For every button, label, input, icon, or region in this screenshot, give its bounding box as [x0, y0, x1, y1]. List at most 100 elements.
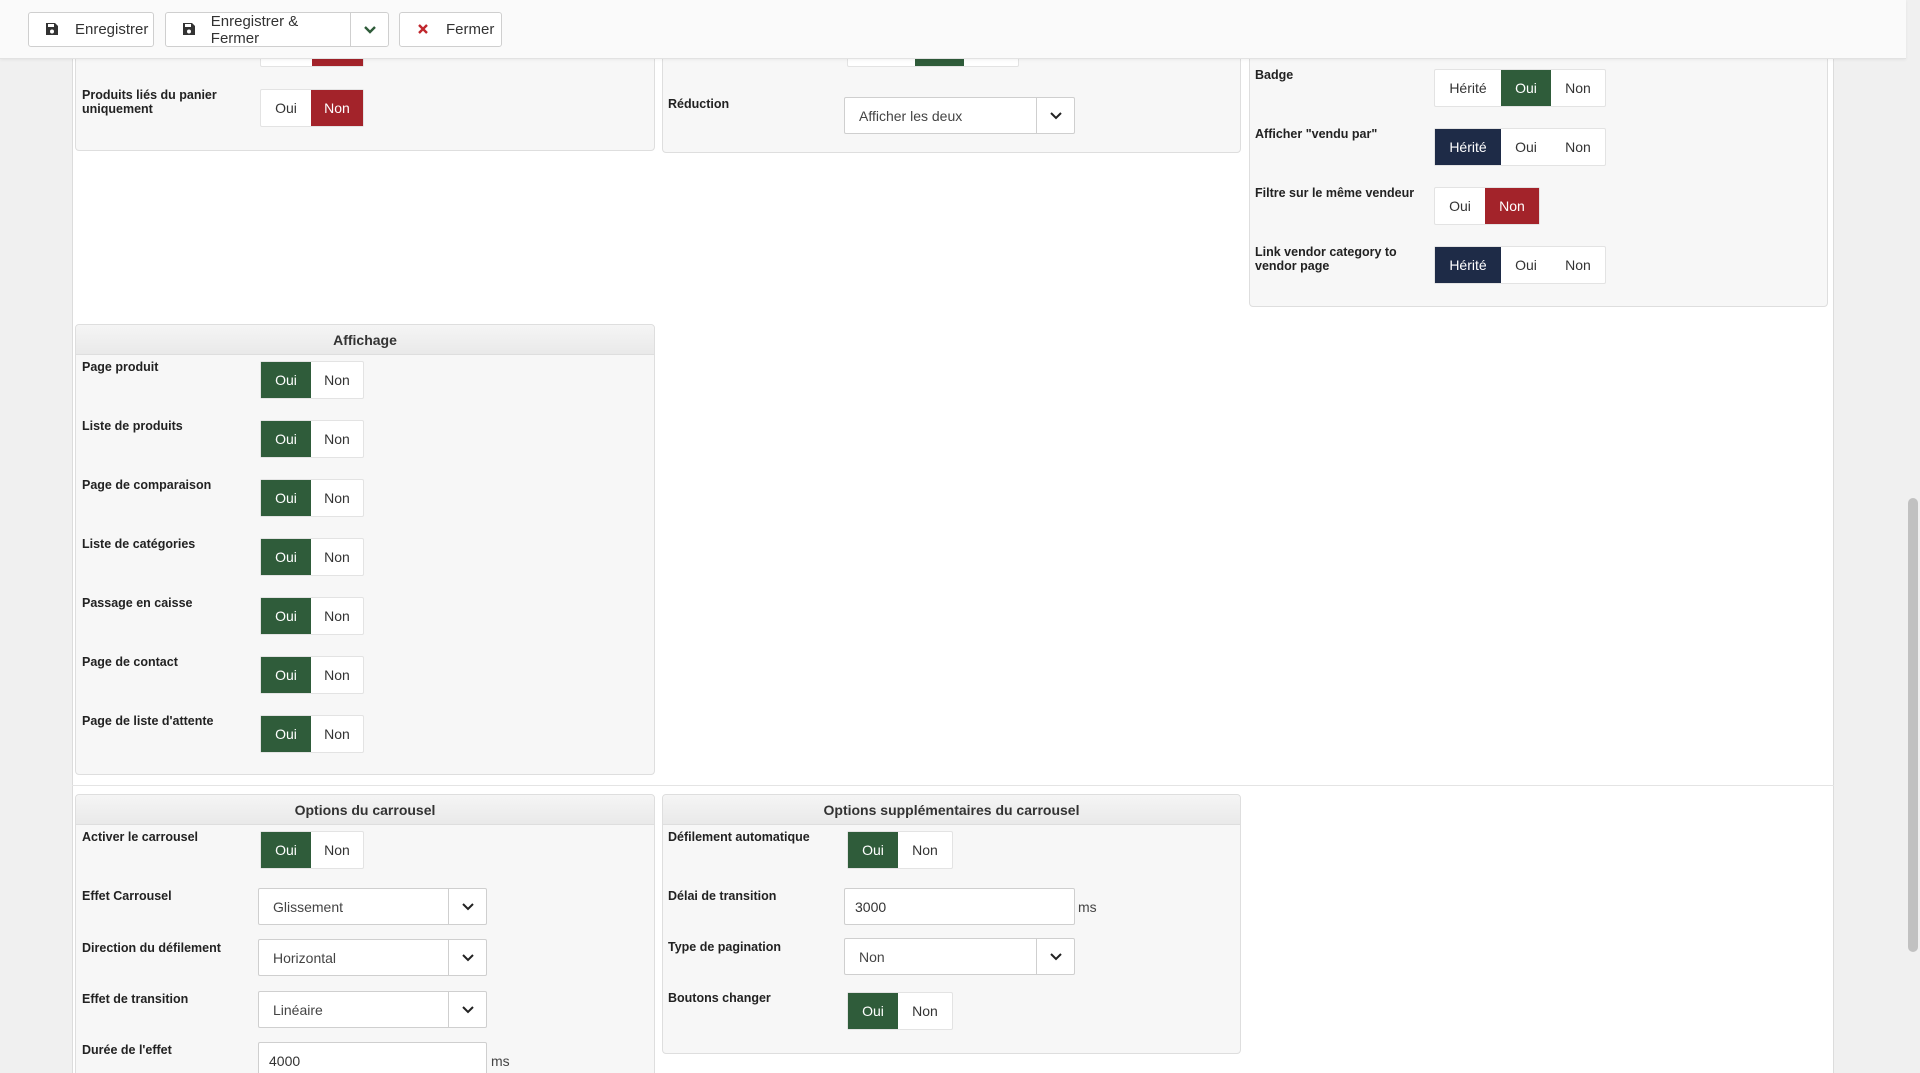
toggle-oui[interactable]: Oui	[261, 657, 311, 693]
reduction-value: Afficher les deux	[859, 107, 963, 124]
row-label: Page produit	[82, 360, 159, 374]
autoscroll-label: Défilement automatique	[668, 830, 810, 844]
chevron-down-icon[interactable]	[351, 13, 388, 46]
toggle-oui[interactable]: Oui	[1435, 188, 1485, 224]
buttons-label: Boutons changer	[668, 991, 771, 1005]
toggle-non[interactable]: Non	[311, 421, 363, 457]
toggle-non[interactable]: Non	[1551, 70, 1605, 106]
panel-title: Affichage	[76, 325, 654, 355]
toggle-non[interactable]: Non	[1485, 188, 1539, 224]
effect-value: Glissement	[273, 898, 344, 915]
page-comparaison-toggle[interactable]: Oui Non	[260, 479, 364, 517]
row-label: Page de contact	[82, 655, 178, 669]
toggle-non[interactable]: Non	[311, 362, 363, 398]
toggle-oui[interactable]: Oui	[261, 716, 311, 752]
row-label: Liste de produits	[82, 419, 183, 433]
toggle-oui[interactable]: Oui	[848, 993, 898, 1029]
toggle-non[interactable]: Non	[311, 539, 363, 575]
panel-carousel-extra: Options supplémentaires du carrousel Déf…	[662, 794, 1241, 1054]
toggle-oui[interactable]: Oui	[1501, 70, 1551, 106]
toggle-herite[interactable]: Hérité	[1435, 129, 1501, 165]
chevron-down-icon	[448, 889, 486, 924]
products-cart-label: Produits liés du panier uniquement	[82, 88, 217, 116]
toggle-oui[interactable]: Oui	[261, 832, 311, 868]
same-vendor-label: Filtre sur le même vendeur	[1255, 186, 1415, 200]
page-attente-toggle[interactable]: Oui Non	[260, 715, 364, 753]
toggle-oui[interactable]: Oui	[261, 539, 311, 575]
duration-input[interactable]: 4000	[258, 1042, 487, 1073]
toggle-oui[interactable]: Oui	[848, 832, 898, 868]
scrollbar-thumb[interactable]	[1908, 498, 1918, 952]
toggle-oui[interactable]: Oui	[261, 90, 311, 126]
panel-carousel: Options du carrousel Activer le carrouse…	[75, 794, 655, 1073]
row-label: Liste de catégories	[82, 537, 196, 551]
activate-carousel-label: Activer le carrousel	[82, 830, 199, 844]
delay-input[interactable]: 3000	[844, 888, 1075, 925]
close-label: Fermer	[446, 21, 495, 38]
toggle-non[interactable]: Non	[898, 993, 952, 1029]
sold-by-label: Afficher "vendu par"	[1255, 127, 1378, 141]
toggle-non[interactable]: Non	[311, 598, 363, 634]
toggle-non[interactable]: Non	[311, 832, 363, 868]
toggle-herite[interactable]: Hérité	[1435, 247, 1501, 283]
effect-label: Effet Carrousel	[82, 889, 172, 903]
buttons-toggle[interactable]: Oui Non	[847, 992, 953, 1030]
toggle-non[interactable]: Non	[311, 716, 363, 752]
direction-value: Horizontal	[273, 949, 337, 966]
toolbar: Enregistrer Enregistrer & Fermer Fermer	[0, 0, 1906, 59]
toggle-non[interactable]: Non	[311, 657, 363, 693]
toggle-oui[interactable]: Oui	[261, 362, 311, 398]
activate-carousel-toggle[interactable]: Oui Non	[260, 831, 364, 869]
row-label: Passage en caisse	[82, 596, 193, 610]
close-button[interactable]: Fermer	[399, 12, 502, 47]
toggle-oui[interactable]: Oui	[1501, 247, 1551, 283]
page-produit-toggle[interactable]: Oui Non	[260, 361, 364, 399]
effect-select[interactable]: Glissement	[258, 888, 487, 925]
vertical-scrollbar[interactable]	[1906, 0, 1920, 1073]
toggle-oui[interactable]: Oui	[261, 421, 311, 457]
chevron-down-icon	[448, 940, 486, 975]
badge-label: Badge	[1255, 68, 1294, 82]
pagination-select[interactable]: Non	[844, 938, 1075, 975]
toggle-oui[interactable]: Oui	[261, 480, 311, 516]
transition-effect-label: Effet de transition	[82, 992, 189, 1006]
delay-label: Délai de transition	[668, 889, 777, 903]
chevron-down-icon	[448, 992, 486, 1027]
toggle-non[interactable]: Non	[898, 832, 952, 868]
chevron-down-icon	[1036, 939, 1074, 974]
toggle-oui[interactable]: Oui	[1501, 129, 1551, 165]
reduction-label: Réduction	[668, 97, 730, 111]
direction-select[interactable]: Horizontal	[258, 939, 487, 976]
liste-categories-toggle[interactable]: Oui Non	[260, 538, 364, 576]
save-close-button[interactable]: Enregistrer & Fermer	[165, 12, 389, 47]
section-divider	[72, 785, 1834, 786]
toggle-non[interactable]: Non	[311, 90, 363, 126]
duration-label: Durée de l'effet	[82, 1043, 172, 1057]
transition-effect-select[interactable]: Linéaire	[258, 991, 487, 1028]
panel-title: Options supplémentaires du carrousel	[663, 795, 1240, 825]
reduction-select[interactable]: Afficher les deux	[844, 97, 1075, 134]
autoscroll-toggle[interactable]: Oui Non	[847, 831, 953, 869]
delay-unit: ms	[1078, 899, 1097, 915]
sold-by-toggle[interactable]: Hérité Oui Non	[1434, 128, 1606, 166]
products-cart-toggle[interactable]: Oui Non	[260, 89, 364, 127]
link-vendor-toggle[interactable]: Hérité Oui Non	[1434, 246, 1606, 284]
page-contact-toggle[interactable]: Oui Non	[260, 656, 364, 694]
duration-unit: ms	[491, 1053, 510, 1069]
save-button[interactable]: Enregistrer	[28, 12, 154, 47]
panel-top-right: Badge Hérité Oui Non Afficher "vendu par…	[1249, 30, 1828, 307]
liste-produits-toggle[interactable]: Oui Non	[260, 420, 364, 458]
panel-title: Options du carrousel	[76, 795, 654, 825]
save-label: Enregistrer	[75, 21, 149, 38]
toggle-herite[interactable]: Hérité	[1435, 70, 1501, 106]
passage-caisse-toggle[interactable]: Oui Non	[260, 597, 364, 635]
link-vendor-label: Link vendor category to vendor page	[1255, 245, 1397, 273]
toggle-non[interactable]: Non	[1551, 247, 1605, 283]
floppy-disk-icon	[182, 22, 197, 38]
badge-toggle[interactable]: Hérité Oui Non	[1434, 69, 1606, 107]
toggle-oui[interactable]: Oui	[261, 598, 311, 634]
same-vendor-toggle[interactable]: Oui Non	[1434, 187, 1540, 225]
toggle-non[interactable]: Non	[311, 480, 363, 516]
toggle-non[interactable]: Non	[1551, 129, 1605, 165]
save-close-label: Enregistrer & Fermer	[210, 12, 299, 47]
